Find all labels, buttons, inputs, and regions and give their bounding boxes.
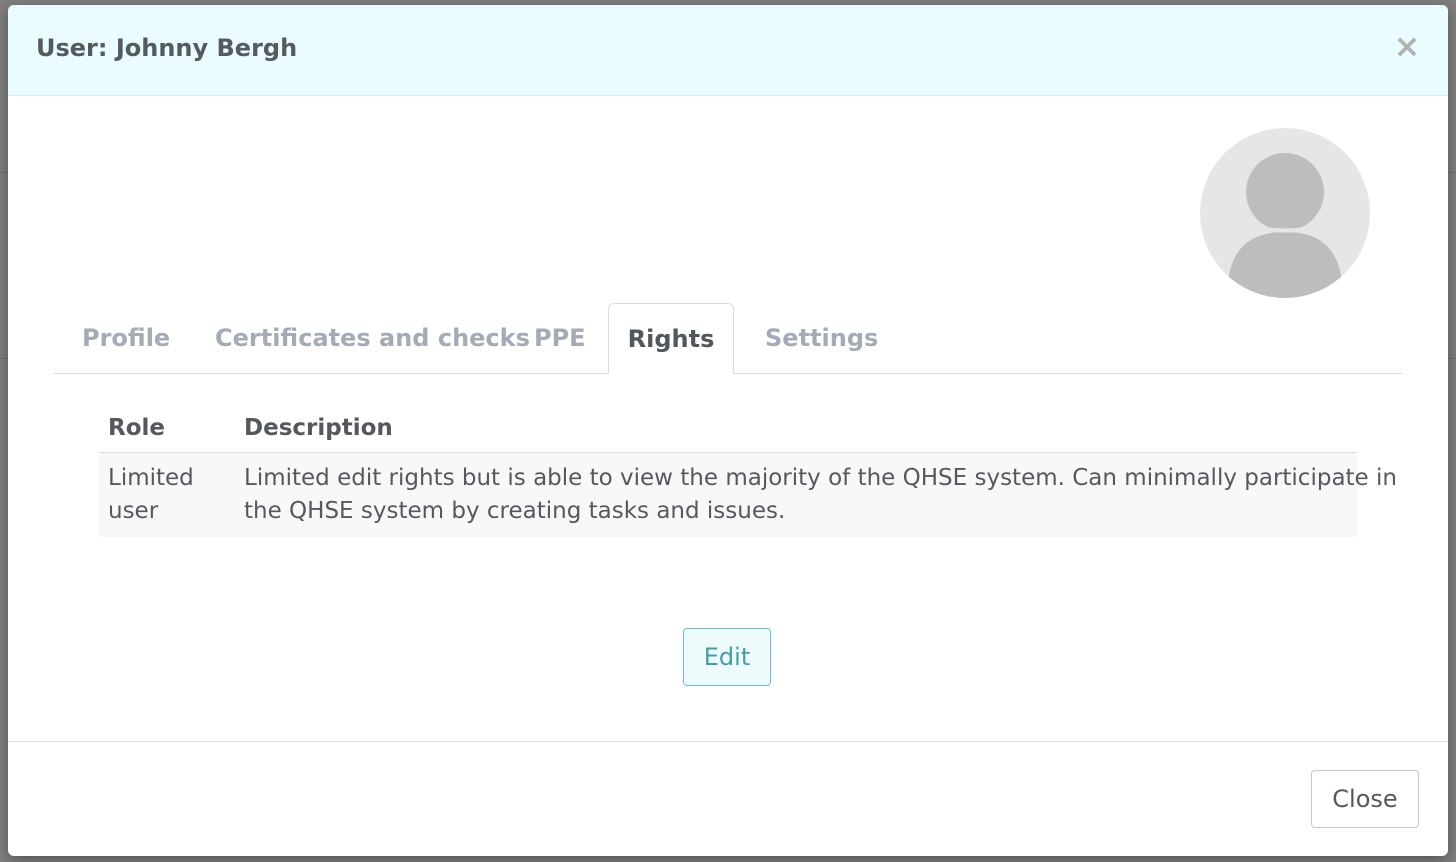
tab-settings[interactable]: Settings <box>765 303 878 373</box>
edit-button[interactable]: Edit <box>683 628 771 686</box>
tab-ppe[interactable]: PPE <box>534 303 586 373</box>
table-row: Limited user Limited edit rights but is … <box>99 453 1397 537</box>
modal-header: User: Johnny Bergh × <box>8 5 1448 96</box>
close-button[interactable]: Close <box>1311 770 1419 828</box>
tab-certificates-and-checks[interactable]: Certificates and checks <box>215 303 530 373</box>
description-cell-line2: the QHSE system by creating tasks and is… <box>244 498 786 524</box>
table-header-description: Description <box>244 415 393 441</box>
role-cell-line2: user <box>108 498 159 524</box>
role-cell-line1: Limited <box>108 465 194 491</box>
description-cell-line1: Limited edit rights but is able to view … <box>244 465 1397 491</box>
avatar <box>1200 128 1370 298</box>
footer-divider <box>8 741 1448 742</box>
modal-title: User: Johnny Bergh <box>36 34 298 62</box>
close-icon[interactable]: × <box>1392 30 1422 62</box>
user-modal: User: Johnny Bergh × Profile Certificate… <box>8 5 1448 856</box>
tab-rights[interactable]: Rights <box>608 303 734 374</box>
tab-bar: Profile Certificates and checks PPE Righ… <box>54 303 1402 374</box>
table-header-role: Role <box>108 415 165 441</box>
tab-profile[interactable]: Profile <box>82 303 170 373</box>
user-avatar-icon <box>1227 153 1343 298</box>
